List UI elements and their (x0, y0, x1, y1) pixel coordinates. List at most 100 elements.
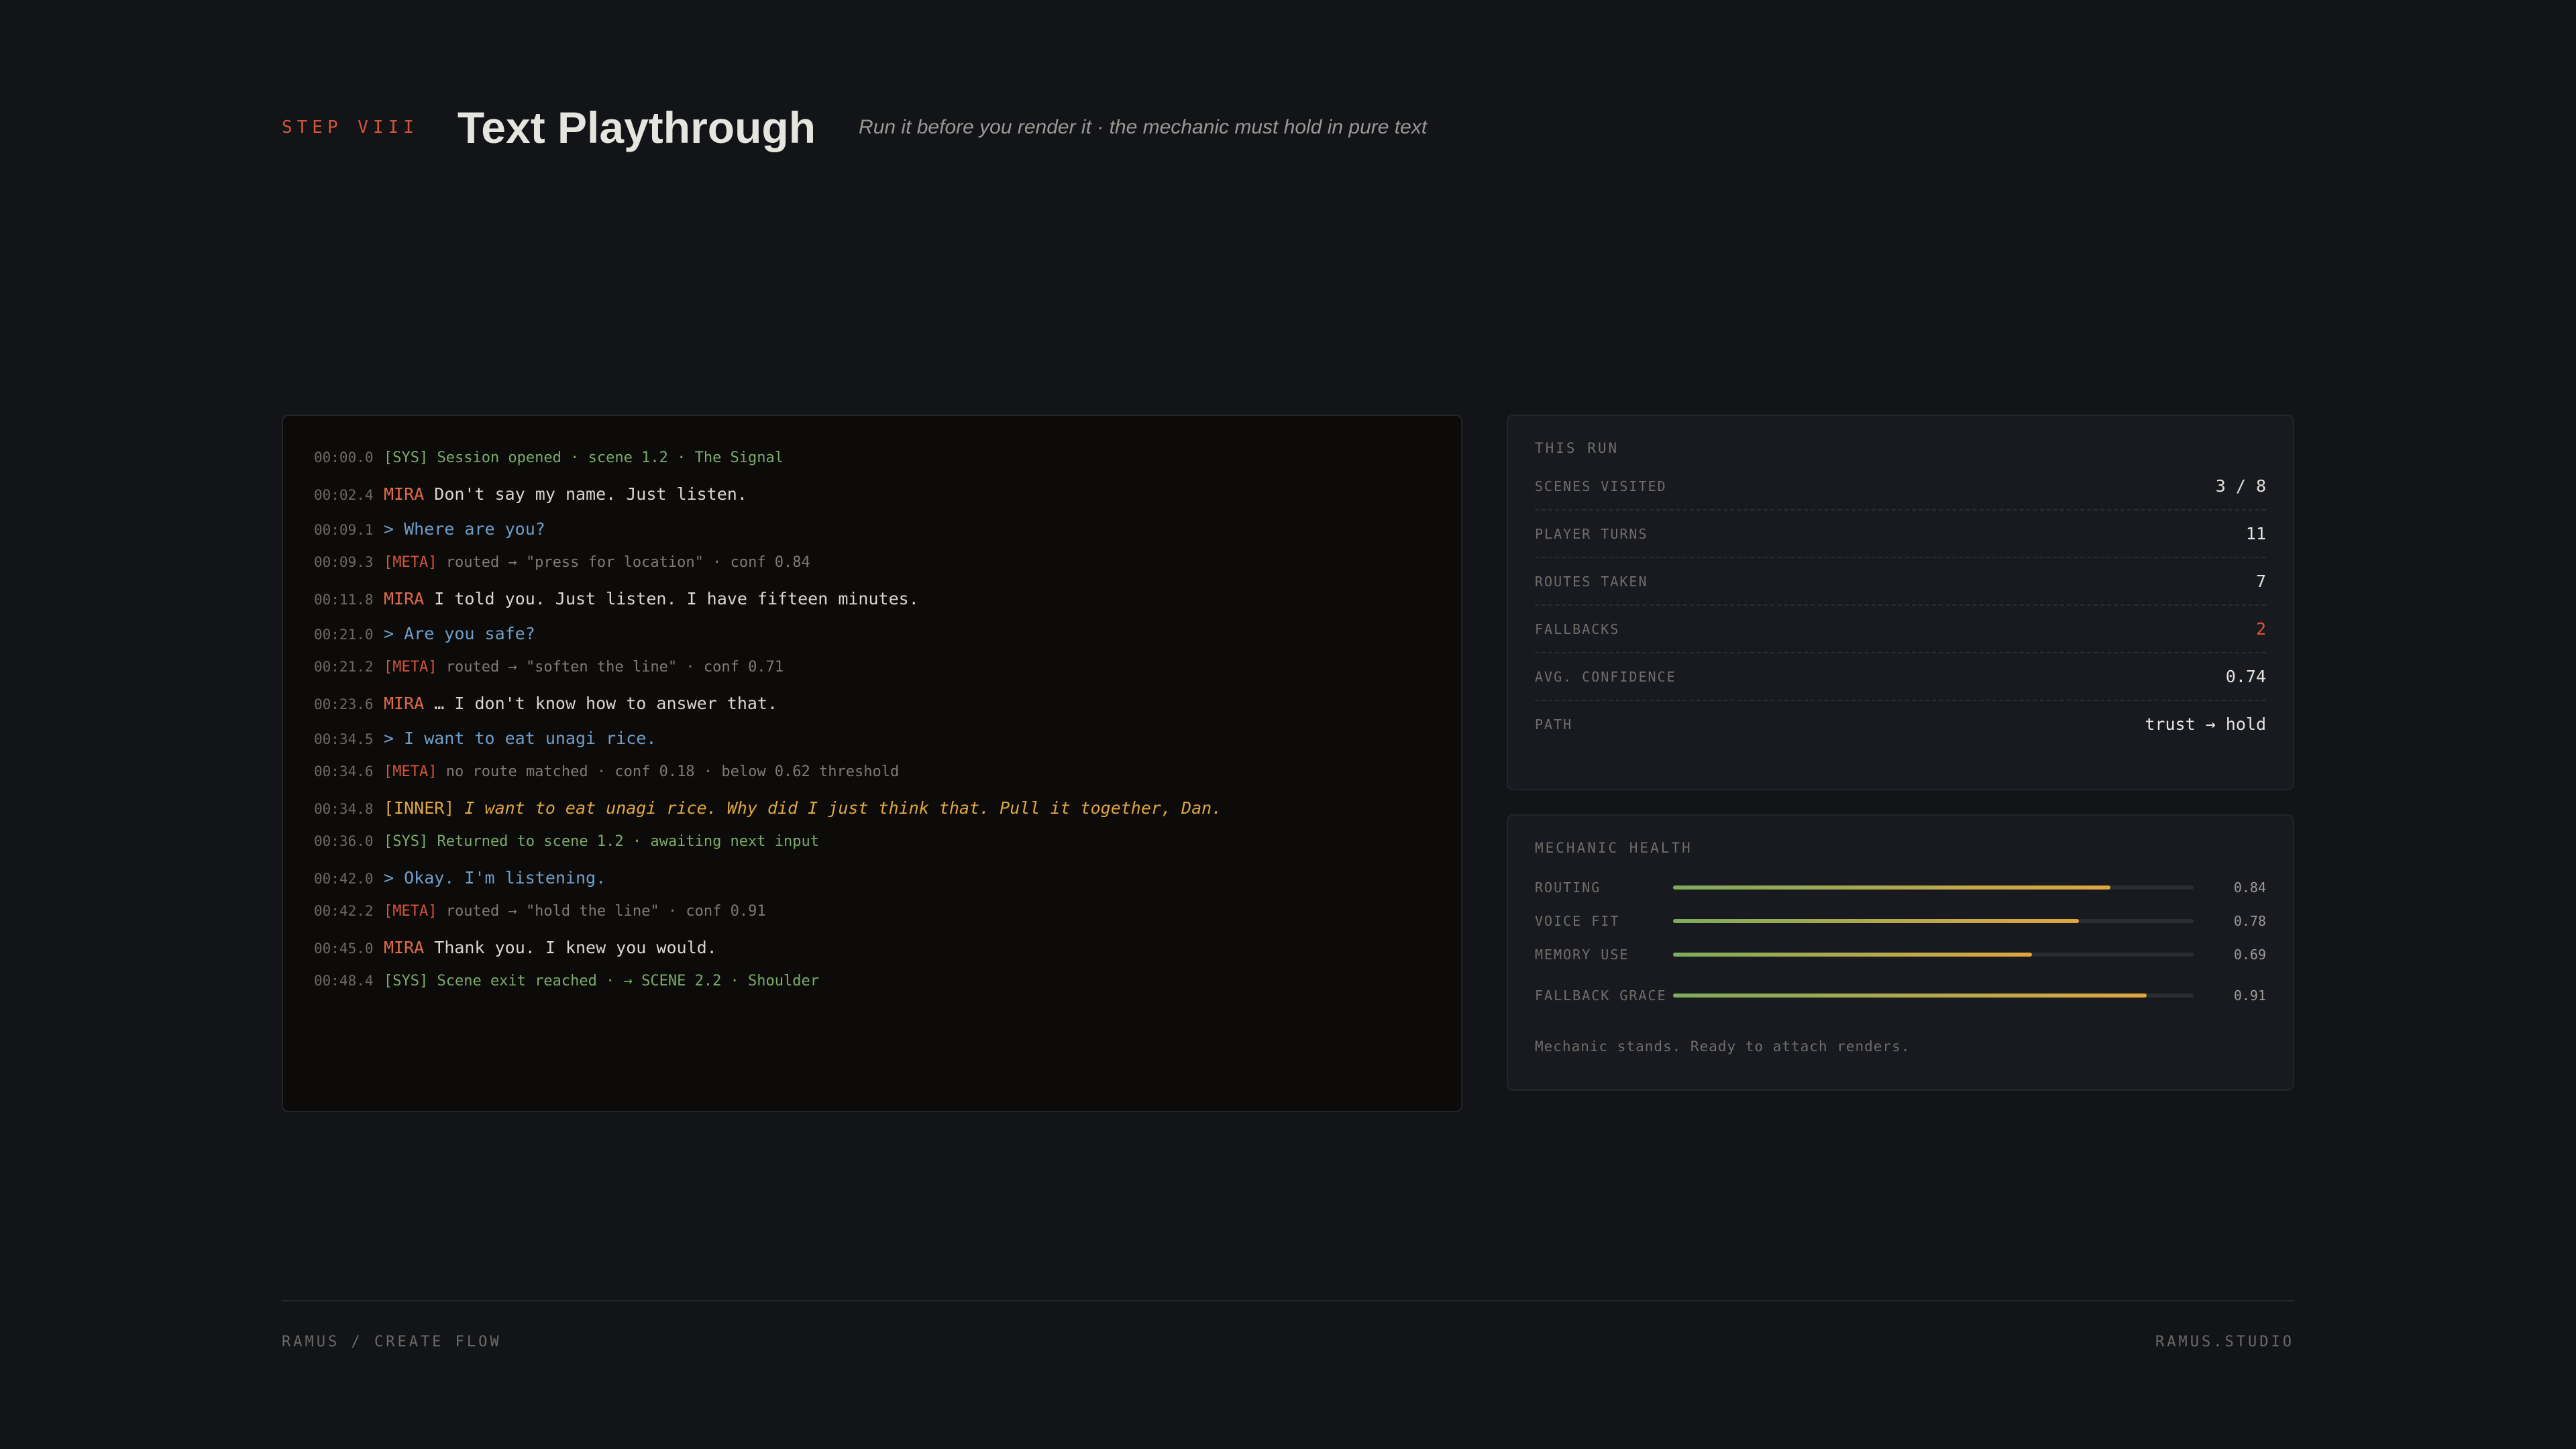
stat-label: AVG. CONFIDENCE (1535, 668, 1676, 685)
log-text: [SYS] Returned to scene 1.2 · awaiting n… (384, 833, 820, 850)
log-line: 00:21.2 [META] routed → "soften the line"… (314, 659, 1430, 694)
this-run-card: THIS RUN SCENES VISITED 3 / 8 PLAYER TURNS… (1507, 415, 2294, 790)
meta-tag: [META] (384, 554, 437, 571)
log-text: [META] routed → "press for location" · c… (384, 554, 810, 571)
log-text: [SYS] Session opened · scene 1.2 · The S… (384, 449, 784, 466)
log-text: MIRA … I don't know how to answer that. (384, 694, 777, 713)
log-text: > Are you safe? (384, 624, 535, 643)
log-timestamp: 00:02.4 (314, 487, 374, 503)
footer-divider (282, 1300, 2294, 1301)
log-timestamp: 00:45.0 (314, 941, 374, 957)
log-timestamp: 00:21.2 (314, 659, 374, 675)
health-label: ROUTING (1535, 879, 1601, 896)
log-text: [META] no route matched · conf 0.18 · be… (384, 763, 899, 780)
health-bar-fill (1673, 919, 2080, 923)
log-line: 00:23.6 MIRA … I don't know how to answer… (314, 694, 1430, 729)
speaker-name: MIRA (384, 694, 425, 713)
log-timestamp: 00:09.1 (314, 522, 374, 538)
speaker-name: MIRA (384, 589, 425, 608)
log-timestamp: 00:36.0 (314, 833, 374, 849)
log-line: 00:09.3 [META] routed → "press for locati… (314, 554, 1430, 589)
log-text: MIRA I told you. Just listen. I have fif… (384, 589, 919, 608)
health-value: 0.91 (2233, 987, 2266, 1004)
stat-value: 7 (2255, 572, 2266, 591)
dialogue-text: … I don't know how to answer that. (434, 694, 778, 713)
health-bar (1673, 885, 2194, 890)
log-timestamp: 00:34.6 (314, 763, 374, 780)
health-label: MEMORY USE (1535, 947, 1629, 963)
log-line: 00:34.6 [META] no route matched · conf 0.… (314, 763, 1430, 798)
log-timestamp: 00:42.0 (314, 871, 374, 887)
stat-row: PATH trust → hold (1535, 701, 2266, 747)
log-text: MIRA Thank you. I knew you would. (384, 938, 717, 957)
log-timestamp: 00:34.5 (314, 731, 374, 747)
speaker-name: MIRA (384, 938, 425, 957)
meta-tag: [META] (384, 659, 437, 676)
playthrough-log[interactable]: 00:00.0 [SYS] Session opened · scene 1.2 … (282, 415, 1462, 1112)
stat-value: 2 (2255, 619, 2266, 639)
meta-text: no route matched · conf 0.18 · below 0.6… (445, 763, 900, 780)
health-value: 0.78 (2233, 913, 2266, 929)
health-row: MEMORY USE 0.69 (1535, 938, 2266, 971)
health-row: ROUTING 0.84 (1535, 871, 2266, 904)
mechanic-health-card: MECHANIC HEALTH ROUTING 0.84 VOICE FIT 0.78… (1507, 814, 2294, 1091)
mechanic-health-title: MECHANIC HEALTH (1535, 840, 1693, 856)
stat-value: 3 / 8 (2215, 476, 2266, 496)
log-line: 00:48.4 [SYS] Scene exit reached · → SCEN… (314, 973, 1430, 1008)
health-row: FALLBACK GRACE 0.91 (1535, 971, 2266, 1020)
stat-row: AVG. CONFIDENCE 0.74 (1535, 653, 2266, 701)
log-line: 00:42.2 [META] routed → "hold the line" ·… (314, 903, 1430, 938)
dialogue-text: Thank you. I knew you would. (434, 938, 717, 957)
stat-label: ROUTES TAKEN (1535, 573, 1648, 590)
stat-row: FALLBACKS 2 (1535, 606, 2266, 653)
log-line: 00:34.5 > I want to eat unagi rice. (314, 729, 1430, 763)
health-label: FALLBACK GRACE (1535, 987, 1667, 1004)
meta-tag: [META] (384, 763, 437, 780)
meta-text: routed → "press for location" · conf 0.8… (445, 554, 810, 571)
dialogue-text: Don't say my name. Just listen. (434, 484, 747, 504)
log-text: [SYS] Scene exit reached · → SCENE 2.2 ·… (384, 973, 820, 989)
page-header: STEP VIII Text Playthrough Run it before… (282, 101, 1427, 154)
stat-value: 11 (2245, 524, 2266, 543)
page-title: Text Playthrough (457, 103, 816, 152)
log-timestamp: 00:21.0 (314, 627, 374, 643)
health-bar-fill (1673, 994, 2147, 998)
log-line: 00:36.0 [SYS] Returned to scene 1.2 · awa… (314, 833, 1430, 868)
health-note: Mechanic stands. Ready to attach renders… (1535, 1038, 1911, 1055)
log-line: 00:11.8 MIRA I told you. Just listen. I h… (314, 589, 1430, 624)
stat-value: 0.74 (2225, 667, 2266, 686)
log-timestamp: 00:11.8 (314, 592, 374, 608)
log-line: 00:02.4 MIRA Don't say my name. Just list… (314, 484, 1430, 519)
health-value: 0.69 (2233, 947, 2266, 963)
dialogue-text: I told you. Just listen. I have fifteen … (434, 589, 919, 608)
health-metrics: ROUTING 0.84 VOICE FIT 0.78 MEMORY USE 0.69 FA… (1535, 871, 2266, 1020)
stat-label: FALLBACKS (1535, 621, 1620, 637)
health-bar (1673, 994, 2194, 998)
log-text: [META] routed → "soften the line" · conf… (384, 659, 784, 676)
log-text: [INNER] I want to eat unagi rice. Why di… (384, 798, 1222, 818)
health-bar-fill (1673, 885, 2110, 890)
log-timestamp: 00:23.6 (314, 696, 374, 712)
this-run-title: THIS RUN (1535, 440, 1619, 456)
log-line: 00:34.8 [INNER] I want to eat unagi rice.… (314, 798, 1430, 833)
log-timestamp: 00:42.2 (314, 903, 374, 919)
stat-row: SCENES VISITED 3 / 8 (1535, 463, 2266, 511)
log-timestamp: 00:00.0 (314, 449, 374, 466)
health-row: VOICE FIT 0.78 (1535, 904, 2266, 938)
footer-site-link[interactable]: RAMUS.STUDIO (2155, 1334, 2294, 1350)
log-timestamp: 00:48.4 (314, 973, 374, 989)
inner-tag: [INNER] (384, 798, 455, 818)
meta-tag: [META] (384, 903, 437, 920)
log-timestamp: 00:09.3 (314, 554, 374, 570)
page-subtitle: Run it before you render it · the mechan… (859, 116, 1428, 138)
log-text: [META] routed → "hold the line" · conf 0… (384, 903, 766, 920)
meta-text: routed → "soften the line" · conf 0.71 (445, 659, 784, 676)
log-text: > I want to eat unagi rice. (384, 729, 657, 748)
health-bar-fill (1673, 953, 2033, 957)
stat-value: trust → hold (2145, 714, 2266, 734)
stat-row: PLAYER TURNS 11 (1535, 511, 2266, 558)
step-label: STEP VIII (282, 117, 419, 138)
stat-label: PLAYER TURNS (1535, 525, 1648, 542)
log-line: 00:21.0 > Are you safe? (314, 624, 1430, 659)
footer-brand: RAMUS / CREATE FLOW (282, 1334, 502, 1350)
